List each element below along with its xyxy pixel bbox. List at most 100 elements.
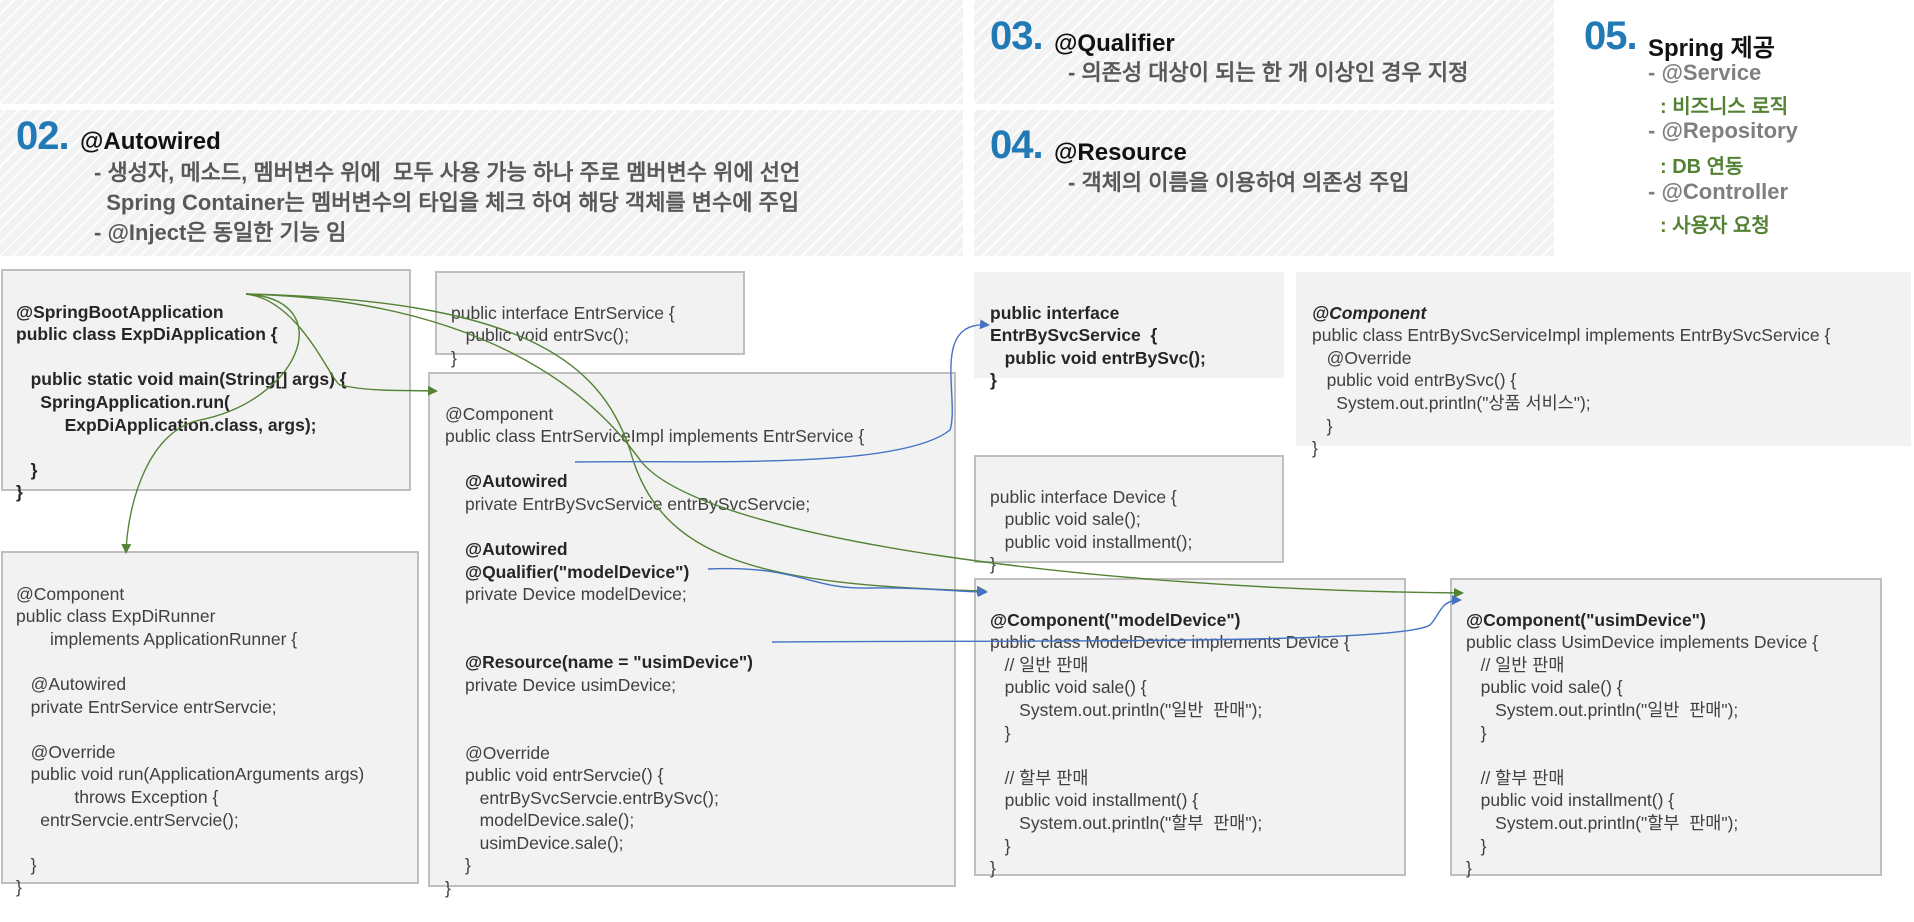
code-line: private EntrService entrServcie; [16, 696, 277, 717]
code-line: public void run(ApplicationArguments arg… [16, 764, 365, 785]
section-05-title: Spring 제공 [1648, 35, 1775, 62]
code-model-device: @Component("modelDevice") public class Mo… [990, 586, 1350, 902]
section-04-number: 04. [990, 123, 1044, 167]
code-line: public void sale() { [990, 677, 1147, 698]
code-line: usimDevice.sale(); [465, 832, 624, 853]
code-line: // 일반 판매 [990, 654, 1089, 675]
code-entr-by-svc-service-impl: @Component public class EntrBySvcServiceI… [1312, 279, 1830, 482]
code-line: } [990, 858, 996, 879]
code-line: @Autowired [465, 539, 568, 560]
code-line: } [465, 855, 471, 876]
code-line: System.out.println("할부 판매"); [990, 812, 1263, 833]
section-03-number: 03. [990, 14, 1044, 58]
code-line: throws Exception { [16, 786, 219, 807]
code-line: public class EntrServiceImpl implements … [445, 426, 865, 447]
code-entr-by-svc-service-interface: public interface EntrBySvcService { publi… [990, 279, 1206, 415]
code-line: entrBySvcServcie.entrBySvc(); [465, 787, 719, 808]
code-line: @SpringBootApplication [16, 301, 224, 322]
code-line: } [451, 347, 457, 368]
code-line: private Device usimDevice; [465, 674, 677, 695]
code-line: } [1312, 415, 1333, 436]
code-line: } [16, 482, 23, 503]
code-line: public void entrBySvc() { [1312, 370, 1517, 391]
code-line: @Override [16, 741, 116, 762]
code-line: public void entrSvc(); [451, 325, 629, 346]
section-05-number: 05. [1584, 14, 1638, 58]
code-line: @Qualifier("modelDevice") [465, 561, 690, 582]
code-line: @Component("modelDevice") [990, 609, 1241, 630]
code-line: public void entrServcie() { [465, 765, 664, 786]
code-line: public void sale(); [990, 509, 1141, 530]
code-line: public void sale() { [1466, 677, 1623, 698]
code-line: // 일반 판매 [1466, 654, 1565, 675]
code-line: public interface EntrService { [451, 302, 675, 323]
header-panel-white-02 [0, 104, 963, 110]
section-03-line-1: - 의존성 대상이 되는 한 개 이상인 경우 지정 [1068, 60, 1469, 85]
code-line: public void installment(); [990, 531, 1193, 552]
code-line: @Autowired [465, 471, 568, 492]
section-02-line-1: - 생성자, 메소드, 멤버변수 위에 모두 사용 가능 하나 주로 멤버변수 … [94, 160, 801, 185]
code-line: } [1466, 722, 1487, 743]
code-line: SpringApplication.run( [16, 391, 230, 412]
section-05-item-controller: - @Controller [1648, 179, 1789, 204]
code-line: @Override [1312, 347, 1412, 368]
code-line: EntrBySvcService { [990, 325, 1158, 346]
code-line: public void entrBySvc(); [990, 347, 1206, 368]
code-line: System.out.println("할부 판매"); [1466, 812, 1739, 833]
section-03-title: @Qualifier [1054, 30, 1175, 57]
code-line: @Component [445, 403, 554, 424]
code-line: private Device modelDevice; [465, 584, 687, 605]
code-line: entrServcie.entrServcie(); [16, 809, 239, 830]
code-line: @Component("usimDevice") [1466, 609, 1706, 630]
code-line: @Component [16, 583, 125, 604]
code-line: } [1466, 858, 1472, 879]
code-line: implements ApplicationRunner { [16, 628, 298, 649]
code-line: @Override [465, 742, 550, 763]
code-line: System.out.println("일반 판매"); [1466, 699, 1739, 720]
code-exp-di-application: @SpringBootApplication public class ExpDi… [16, 278, 347, 527]
code-line: public class EntrBySvcServiceImpl implem… [1312, 325, 1831, 346]
code-line: // 할부 판매 [1466, 767, 1565, 788]
code-line: public class UsimDevice implements Devic… [1466, 632, 1819, 653]
code-line: public class ExpDiApplication { [16, 324, 278, 345]
code-line: } [990, 835, 1011, 856]
section-05-item-service: - @Service [1648, 60, 1762, 85]
section-02-title: @Autowired [80, 128, 221, 155]
code-line: } [16, 854, 37, 875]
section-04-title: @Resource [1054, 139, 1187, 166]
code-line: public void installment() { [1466, 790, 1675, 811]
section-05-desc-service: : 비즈니스 로직 [1660, 96, 1789, 118]
section-02-number: 02. [16, 114, 70, 158]
code-line: @Autowired [16, 673, 127, 694]
code-line: public static void main(String[] args) { [16, 369, 347, 390]
code-line: public class ModelDevice implements Devi… [990, 632, 1350, 653]
code-line: } [16, 459, 38, 480]
code-line: public interface [990, 302, 1120, 323]
code-line: } [16, 877, 22, 898]
code-line: } [990, 554, 996, 575]
section-05-item-repository: - @Repository [1648, 118, 1798, 143]
code-line: System.out.println("일반 판매"); [990, 699, 1263, 720]
section-02-line-2: Spring Container는 멤버변수의 타입을 체크 하여 해당 객체를… [94, 190, 800, 215]
code-line: // 할부 판매 [990, 767, 1089, 788]
section-05-desc-controller: : 사용자 요청 [1660, 215, 1770, 237]
section-04-line-1: - 객체의 이름을 이용하여 의존성 주입 [1068, 170, 1410, 195]
code-line: } [990, 370, 997, 391]
code-line: ExpDiApplication.class, args); [16, 414, 317, 435]
code-line: System.out.println("상품 서비스"); [1312, 392, 1591, 413]
code-line: } [1466, 835, 1487, 856]
code-entr-service-impl: @Component public class EntrServiceImpl i… [445, 380, 864, 922]
code-line: } [990, 722, 1011, 743]
code-line: public class ExpDiRunner [16, 606, 216, 627]
code-exp-di-runner: @Component public class ExpDiRunner imple… [16, 560, 364, 922]
code-line: @Resource(name = "usimDevice") [465, 652, 754, 673]
code-line: public void installment() { [990, 790, 1199, 811]
section-02-line-3: - @Inject은 동일한 기능 임 [94, 220, 347, 245]
section-05-desc-repository: : DB 연동 [1660, 156, 1744, 178]
